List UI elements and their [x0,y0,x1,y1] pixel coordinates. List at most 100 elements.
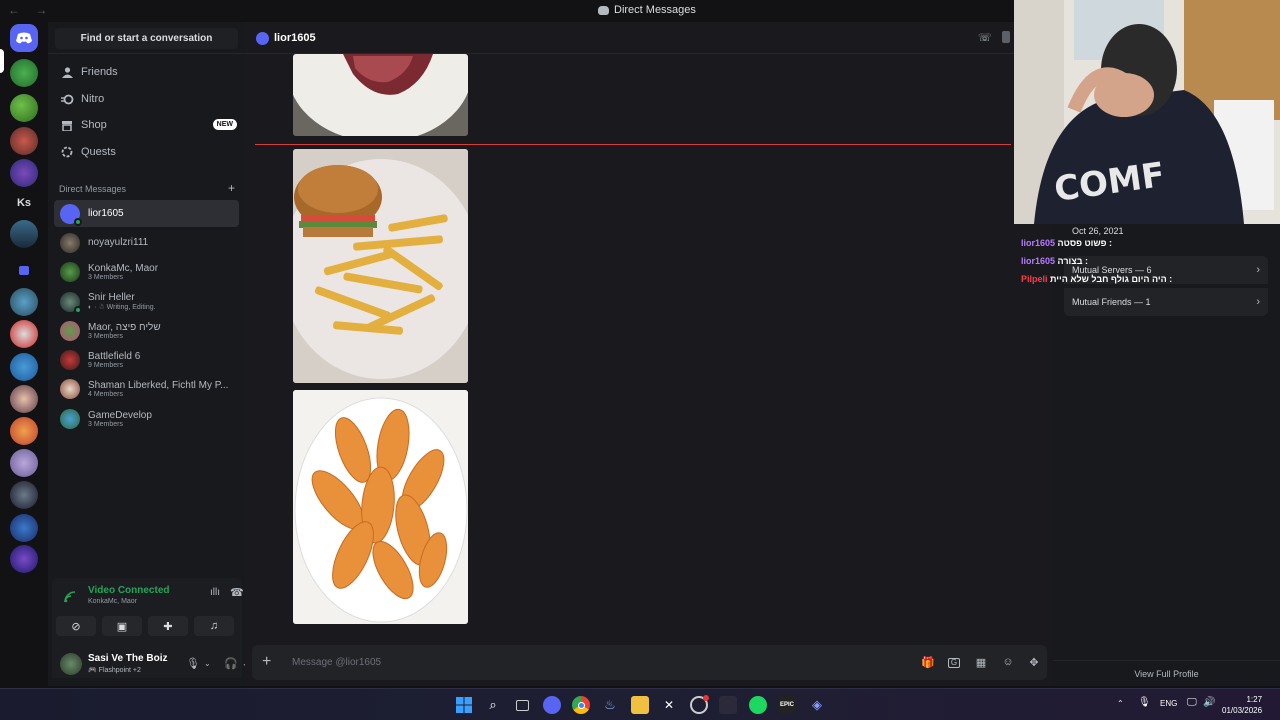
dm-item[interactable]: Maor, שליח פיצה 3 Members [54,317,239,344]
search-icon[interactable]: ⌕ [484,696,502,714]
gift-icon[interactable]: 🎁 [921,656,935,670]
server-icon[interactable] [10,545,38,573]
volume-icon[interactable]: 🔊 [1203,697,1215,708]
voice-channel[interactable]: KonkaMc, Maor [88,598,137,605]
emoji-icon[interactable]: ☺ [1001,656,1015,670]
discord-taskbar-icon[interactable] [543,696,561,714]
clock[interactable]: 1:27 01/03/2026 [1222,694,1262,716]
nav-quests[interactable]: Quests [54,140,240,164]
capcut-icon[interactable]: ✕ [660,696,678,714]
dm-name: Shaman Liberked, Fichtl My P... [88,379,229,391]
server-icon[interactable] [10,127,38,155]
image-attachment[interactable] [293,149,468,383]
avatar [60,320,80,341]
mic-icon[interactable]: 🎙 [186,657,200,670]
webcam-feed: COMF [1014,0,1280,224]
stream-chat-line: lior1605 פשוט פסטה : [1021,238,1112,248]
soundboard-button[interactable]: ♫ [194,616,234,636]
epic-games-icon[interactable]: EPIC [778,696,796,714]
add-attachment-icon[interactable]: + [262,653,271,671]
clock-date: 01/03/2026 [1222,706,1263,715]
screen-share-button[interactable]: ▣ [102,616,142,636]
dm-item[interactable]: KonkaMc, Maor 3 Members [54,258,239,285]
spotify-icon[interactable] [749,696,767,714]
mutual-friends-label: Mutual Friends — 1 [1072,297,1151,307]
server-icon[interactable] [10,481,38,509]
online-status-icon [74,217,82,226]
discord-logo-icon [16,32,32,44]
dm-name: lior1605 [88,208,124,219]
folder-icon[interactable] [10,256,38,284]
steam-icon[interactable]: ♨ [601,696,619,714]
taskbar: ⌕ ♨ ✕ EPIC ◈ ⌃ 🎙 ENG 🖵 🔊 1:27 01/03/2026 [0,688,1280,720]
headphones-icon[interactable]: 🎧 [224,657,238,670]
dm-item[interactable]: Snir Heller ◐ · ☃ Writing, Editing. [54,288,239,315]
back-forward-nav[interactable]: ← → [8,3,53,17]
server-icon[interactable] [10,514,38,542]
task-view-icon[interactable] [513,696,531,714]
server-icon[interactable] [10,220,38,248]
server-icon[interactable] [10,320,38,348]
server-icon[interactable] [10,159,38,187]
activities-icon: ✚ [163,620,173,633]
sticker-icon[interactable]: ▦ [974,656,988,670]
mutual-friends-row[interactable]: Mutual Friends — 1 › [1064,288,1268,316]
dm-item[interactable]: GameDevelop 3 Members [54,405,239,432]
home-button[interactable] [10,24,38,52]
nav-shop[interactable]: Shop NEW [54,113,240,137]
dm-item[interactable]: Shaman Liberked, Fichtl My P... 4 Members [54,375,239,402]
chrome-icon[interactable] [572,696,590,714]
obs-icon[interactable] [690,695,709,714]
dm-name: noyayulzri111 [88,237,149,248]
app-icon[interactable]: ◈ [808,696,826,714]
dm-sidebar: Find or start a conversation Friends Nit… [48,22,272,686]
message-composer[interactable]: + Message @lior1605 🎁 G ▦ ☺ ✥ [252,645,1047,680]
avatar [60,261,80,282]
server-ks[interactable]: Ks [10,189,38,217]
dm-item[interactable]: Battlefield 69 Members [54,346,239,373]
server-icon[interactable] [10,385,38,413]
server-icon[interactable] [10,353,38,381]
file-explorer-icon[interactable] [631,696,649,714]
video-call-icon[interactable] [1002,31,1010,43]
server-icon[interactable] [10,94,38,122]
quests-icon [60,145,74,159]
message-input[interactable]: Message @lior1605 [292,657,381,668]
apps-icon[interactable]: ✥ [1027,656,1041,670]
avatar[interactable] [60,653,82,675]
soundboard-icon: ♫ [209,620,219,632]
view-full-profile-button[interactable]: View Full Profile [1053,660,1280,686]
online-status-icon [74,305,82,314]
stream-chat-overlay: lior1605 פשוט פסטה : lior1605 בצורה : Pi… [1021,234,1172,288]
disconnect-icon[interactable]: ☎ [230,586,244,599]
server-icon[interactable] [10,417,38,445]
call-icon[interactable]: ☏ [978,31,992,44]
windows-start-icon[interactable] [455,696,473,714]
server-icon[interactable] [10,59,38,87]
nav-nitro[interactable]: Nitro [54,87,240,111]
network-icon[interactable]: 🖵 [1187,697,1197,708]
activities-button[interactable]: ✚ [148,616,188,636]
app-icon[interactable] [719,696,737,714]
tray-overflow-icon[interactable]: ⌃ [1117,699,1124,708]
clock-time: 1:27 [1246,695,1263,704]
noise-suppression-icon[interactable]: ıllı [210,587,220,598]
user-name[interactable]: Sasi Ve The Boiz [88,653,167,664]
language-indicator[interactable]: ENG [1160,699,1177,708]
camera-off-button[interactable]: ⊘ [56,616,96,636]
dm-item[interactable]: noyayulzri111 [54,229,239,256]
nav-friends[interactable]: Friends [54,60,240,84]
mic-tray-icon[interactable]: 🎙 [1138,697,1151,708]
chevron-down-icon[interactable]: ⌄ [204,659,211,668]
gif-icon[interactable]: G [948,658,960,668]
dm-item[interactable]: lior1605 [54,200,239,227]
server-icon[interactable] [10,449,38,477]
create-dm-icon[interactable]: + [228,182,235,194]
image-attachment[interactable] [293,54,468,136]
dm-subtext: 3 Members [88,420,124,428]
recipient-name[interactable]: lior1605 [274,32,316,44]
server-icon[interactable] [10,288,38,316]
avatar [60,203,82,226]
image-attachment[interactable] [293,390,468,624]
search-conversation-button[interactable]: Find or start a conversation [55,28,238,49]
